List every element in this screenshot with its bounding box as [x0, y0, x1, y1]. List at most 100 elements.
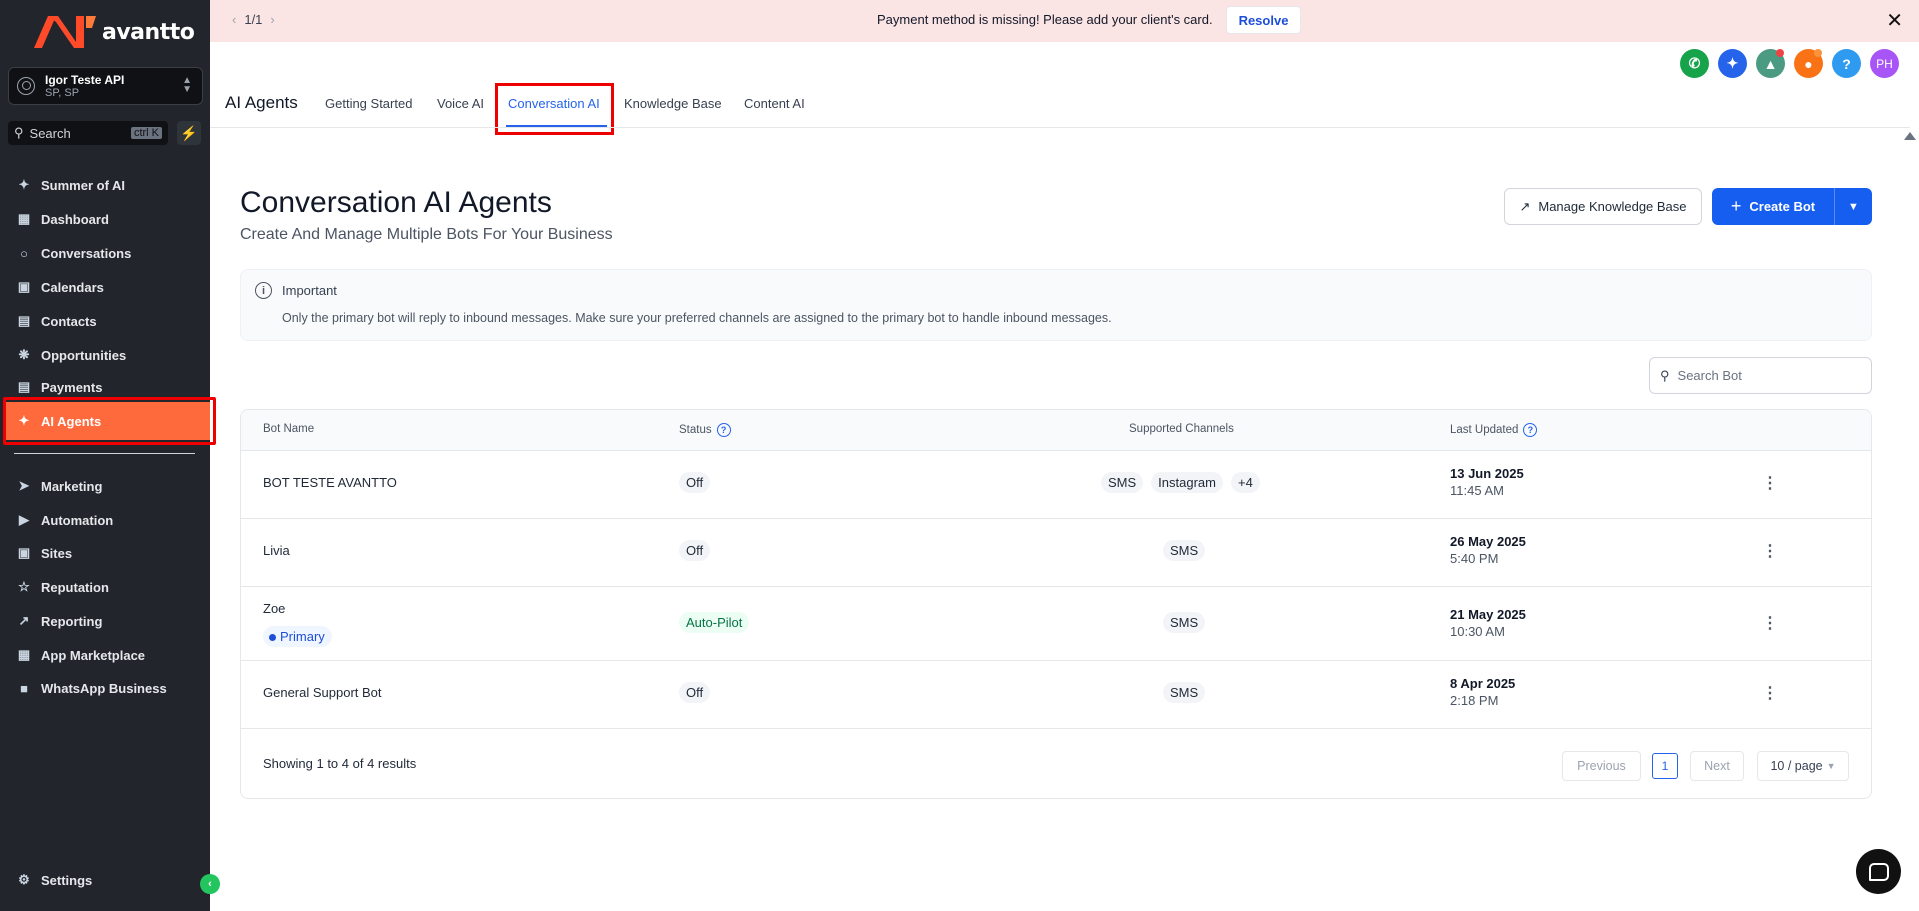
sidebar-item-reporting[interactable]: ↗ Reporting [14, 608, 199, 634]
receipt-icon: ▤ [17, 379, 31, 394]
scroll-up-arrow[interactable] [1904, 132, 1916, 140]
more-vertical-icon[interactable]: ⋮ [1762, 683, 1778, 703]
sidebar-item-label: Summer of AI [41, 177, 126, 193]
sidebar-item-sites[interactable]: ▣ Sites [14, 540, 199, 566]
plus-icon: + [1730, 196, 1742, 216]
help-circle-icon[interactable]: ? [1523, 423, 1538, 437]
tab-voice-ai[interactable]: Voice AI [437, 96, 484, 111]
next-page-button[interactable]: Next [1690, 751, 1744, 781]
sidebar-search[interactable]: ⚲ Search ctrl K [8, 121, 168, 145]
page-title: Conversation AI Agents [240, 186, 552, 219]
table-row[interactable]: Livia Off SMS 26 May 2025 5:40 PM ⋮ [241, 519, 1871, 587]
banner-pager: ‹ 1/1 › [232, 12, 275, 27]
collapse-sidebar-button[interactable]: ‹ [200, 874, 220, 894]
sidebar-item-automation[interactable]: ▶ Automation [14, 507, 199, 533]
updated-date: 21 May 2025 [1450, 607, 1526, 622]
sidebar-item-app-marketplace[interactable]: ▦ App Marketplace [14, 642, 199, 668]
bot-name[interactable]: BOT TESTE AVANTTO [263, 475, 397, 490]
chevron-left-icon: ‹ [208, 878, 212, 890]
results-summary: Showing 1 to 4 of 4 results [263, 756, 417, 771]
chevron-left-icon[interactable]: ‹ [232, 12, 236, 27]
help-circle-icon[interactable]: ? [716, 423, 731, 437]
status-badge: Off [679, 540, 711, 561]
create-bot-label: Create Bot [1749, 199, 1816, 214]
sidebar: avantto Igor Teste API SP, SP ▲ ▼ ⚲ Searc… [0, 0, 220, 911]
updated-date: 8 Apr 2025 [1450, 676, 1516, 691]
status-badge: Auto-Pilot [679, 612, 750, 633]
search-placeholder: Search [29, 125, 71, 141]
globe-icon: ▣ [17, 545, 31, 560]
manage-knowledge-base-button[interactable]: ↗ Manage Knowledge Base [1504, 188, 1702, 225]
more-vertical-icon[interactable]: ⋮ [1762, 613, 1778, 633]
help-icon[interactable]: ? [1832, 49, 1861, 78]
contacts-icon: ▤ [17, 313, 31, 328]
close-icon[interactable]: ✕ [1886, 8, 1903, 33]
search-icon: ⚲ [14, 125, 24, 140]
status-badge: Off [679, 682, 711, 703]
table-row[interactable]: General Support Bot Off SMS 8 Apr 2025 2… [241, 661, 1871, 729]
previous-page-button[interactable]: Previous [1562, 751, 1641, 781]
bot-name[interactable]: General Support Bot [263, 685, 382, 700]
tab-getting-started[interactable]: Getting Started [325, 96, 412, 111]
create-bot-dropdown-button[interactable]: ▼ [1834, 188, 1872, 225]
per-page-select[interactable]: 10 / page ▼ [1757, 751, 1849, 781]
channel-chips: SMS [1163, 612, 1206, 633]
chat-icon: ○ [20, 245, 28, 261]
sidebar-item-settings[interactable]: ⚙ Settings [14, 867, 199, 893]
avantto-logo-icon [34, 16, 96, 48]
star-icon: ☆ [18, 579, 30, 594]
tab-content-ai[interactable]: Content AI [744, 96, 805, 111]
sidebar-item-label: Dashboard [41, 211, 109, 227]
brand-logo[interactable]: avantto [34, 14, 195, 50]
account-location: SP, SP [45, 86, 80, 99]
page-number-button[interactable]: 1 [1652, 753, 1678, 779]
external-link-icon: ↗ [1519, 198, 1531, 214]
page-section-title: AI Agents [225, 93, 298, 112]
channel-chips: SMS Instagram +4 [1101, 472, 1260, 493]
sidebar-item-label: Settings [41, 872, 93, 888]
table-row[interactable]: BOT TESTE AVANTTO Off SMS Instagram +4 1… [241, 451, 1871, 519]
chevron-down-icon: ▼ [1848, 200, 1859, 213]
channel-more-chip[interactable]: +4 [1230, 472, 1260, 493]
bot-name[interactable]: Zoe [263, 601, 285, 616]
more-vertical-icon[interactable]: ⋮ [1762, 473, 1778, 493]
search-bot-input[interactable]: ⚲ Search Bot [1649, 357, 1872, 394]
updated-date: 13 Jun 2025 [1450, 466, 1524, 481]
ai-assistant-icon[interactable]: ✦ [1718, 49, 1747, 78]
channel-chip: SMS [1163, 612, 1206, 633]
bell-icon[interactable]: ● [1794, 49, 1823, 78]
grid-icon: ▦ [17, 211, 31, 226]
user-location-icon [17, 77, 35, 95]
resolve-button[interactable]: Resolve [1226, 6, 1301, 34]
channel-chips: SMS [1163, 682, 1206, 703]
sidebar-item-dashboard[interactable]: ▦ Dashboard [14, 206, 199, 232]
channel-chip: Instagram [1151, 472, 1223, 493]
sidebar-item-reputation[interactable]: ☆ Reputation [14, 574, 199, 600]
more-vertical-icon[interactable]: ⋮ [1762, 541, 1778, 561]
quick-actions-button[interactable]: ⚡ [177, 121, 201, 145]
table-row[interactable]: Zoe Primary Auto-Pilot SMS 21 May 2025 1… [241, 587, 1871, 661]
updated-time: 10:30 AM [1450, 624, 1505, 639]
create-bot-button[interactable]: + Create Bot [1712, 188, 1834, 225]
avatar[interactable]: PH [1870, 49, 1899, 78]
announcement-icon[interactable]: ▲ [1756, 49, 1785, 78]
page-subtitle: Create And Manage Multiple Bots For Your… [240, 226, 613, 243]
sidebar-item-summer-of-ai[interactable]: ✦ Summer of AI [14, 172, 199, 198]
sidebar-item-marketing[interactable]: ➤ Marketing [14, 473, 199, 499]
sidebar-item-calendars[interactable]: ▣ Calendars [14, 274, 199, 300]
sidebar-item-contacts[interactable]: ▤ Contacts [14, 308, 199, 334]
updated-time: 5:40 PM [1450, 551, 1499, 566]
sidebar-item-opportunities[interactable]: ❋ Opportunities [14, 342, 199, 368]
channel-chips: SMS [1163, 540, 1206, 561]
account-switcher[interactable]: Igor Teste API SP, SP ▲ ▼ [8, 67, 203, 105]
chat-widget-button[interactable] [1856, 849, 1901, 894]
updated-date: 26 May 2025 [1450, 534, 1526, 549]
sidebar-item-conversations[interactable]: ○ Conversations [14, 240, 199, 266]
bot-name[interactable]: Livia [263, 543, 290, 558]
chevron-right-icon[interactable]: › [270, 12, 274, 27]
tab-knowledge-base[interactable]: Knowledge Base [624, 96, 722, 111]
sidebar-item-label: Sites [41, 545, 73, 561]
sidebar-item-whatsapp-business[interactable]: ■ WhatsApp Business [14, 675, 199, 701]
top-actions: ✆ ✦ ▲ ● ? PH [1680, 49, 1899, 78]
phone-icon[interactable]: ✆ [1680, 49, 1709, 78]
